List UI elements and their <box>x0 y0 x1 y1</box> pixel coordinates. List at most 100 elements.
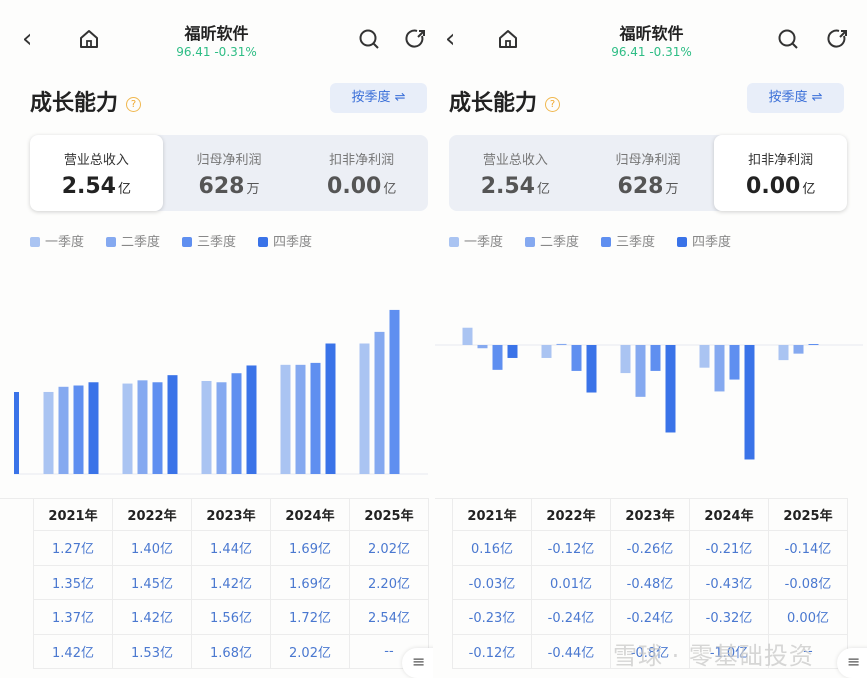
metric-label: 营业总收入 <box>482 153 548 168</box>
metric-value: 0.00 亿 <box>295 174 428 199</box>
bar-2021年-q1[interactable] <box>462 327 473 345</box>
metric-tab[interactable]: 营业总收入 2.54 亿 <box>30 135 163 211</box>
legend-label: 四季度 <box>273 235 313 250</box>
bar-2023年-q2[interactable] <box>216 382 227 474</box>
metric-value: 628 万 <box>163 174 296 199</box>
bar-2024年-q2[interactable] <box>295 364 306 474</box>
bar-2023年-q3[interactable] <box>231 373 242 474</box>
legend-label: 一季度 <box>45 235 85 250</box>
bar-2024年-q3[interactable] <box>729 345 740 380</box>
column-header: 2023年 <box>610 498 690 531</box>
bar-2025年-q1[interactable] <box>359 343 370 474</box>
bar-2022年-q3[interactable] <box>152 382 163 474</box>
bar-2021年-q2[interactable] <box>58 386 69 474</box>
bar-2021年-q1[interactable] <box>43 391 54 474</box>
bar-2023年-q3[interactable] <box>650 345 661 371</box>
table-cell: 1.53亿 <box>112 633 192 669</box>
bar-2024年-q1[interactable] <box>699 345 710 368</box>
bar-2023年-q4[interactable] <box>665 345 676 433</box>
bar-2025年-q2[interactable] <box>793 345 804 354</box>
list-menu-icon[interactable]: ≡ <box>402 648 433 678</box>
section-title-text: 成长能力 <box>449 91 538 116</box>
chart-legend: 一季度 二季度 三季度 四季度 <box>449 231 731 250</box>
table-cell: 1.42亿 <box>112 599 192 635</box>
bar-2021年-q3[interactable] <box>492 345 503 370</box>
metric-number: 0.00 <box>327 174 382 199</box>
column-header: 2024年 <box>689 498 769 531</box>
bar-2022年-q2[interactable] <box>556 343 567 345</box>
metric-tab[interactable]: 营业总收入 2.54 亿 <box>449 135 582 211</box>
column-header: 2022年 <box>531 498 611 531</box>
legend-swatch <box>601 237 612 247</box>
bar-2024年-q1[interactable] <box>280 364 291 474</box>
table-cell: -0.24亿 <box>531 599 611 635</box>
metric-label: 归母净利润 <box>615 153 681 168</box>
table-header-row: 2021年 2022年 2023年 2024年 2025年 <box>452 498 848 531</box>
table-cell: 2.20亿 <box>349 564 429 600</box>
search-icon[interactable] <box>358 28 380 50</box>
bar-2025年-q2[interactable] <box>374 331 385 474</box>
table-cell: 1.56亿 <box>191 599 271 635</box>
table-row: 0.16亿 -0.12亿 -0.26亿 -0.21亿 -0.14亿 <box>452 530 848 566</box>
period-toggle-button[interactable]: 按季度 ⇌ <box>747 83 844 113</box>
metric-tab[interactable]: 归母净利润 628 万 <box>163 135 296 211</box>
bar-2022年-q4[interactable] <box>586 345 597 393</box>
search-icon[interactable] <box>777 28 799 50</box>
metric-number: 2.54 <box>480 174 535 199</box>
bar-2023年-q2[interactable] <box>635 345 646 397</box>
bar-2024年-q2[interactable] <box>714 345 725 392</box>
bar-2021年-q4[interactable] <box>88 382 99 474</box>
list-menu-icon[interactable]: ≡ <box>837 648 867 678</box>
bar-partial <box>14 392 19 474</box>
table-cell: -0.03亿 <box>452 564 532 600</box>
bar-2023年-q1[interactable] <box>620 345 631 374</box>
metric-label: 扣非净利润 <box>329 153 395 168</box>
metric-value: 2.54 亿 <box>449 174 582 199</box>
share-icon[interactable] <box>827 28 849 50</box>
legend-item[interactable]: 二季度 <box>525 231 579 250</box>
legend-label: 二季度 <box>121 235 161 250</box>
share-icon[interactable] <box>405 28 427 50</box>
legend-item[interactable]: 三季度 <box>182 231 236 250</box>
bar-2023年-q4[interactable] <box>246 365 257 474</box>
legend-label: 四季度 <box>692 235 732 250</box>
screen-panel: ‹ 福昕软件 96.41 -0.31% 成长能力? 按季度 ⇌ 营业总收入 2.… <box>0 0 433 678</box>
metric-unit: 亿 <box>383 182 397 197</box>
legend-item[interactable]: 一季度 <box>30 231 84 250</box>
legend-swatch <box>449 237 459 247</box>
bar-2021年-q3[interactable] <box>73 385 84 474</box>
bar-2022年-q2[interactable] <box>137 380 148 474</box>
bar-2024年-q3[interactable] <box>310 362 321 474</box>
section-title-text: 成长能力 <box>30 91 119 116</box>
help-icon[interactable]: ? <box>545 96 561 112</box>
metric-tab[interactable]: 扣非净利润 0.00 亿 <box>295 135 428 211</box>
bar-2021年-q4[interactable] <box>507 345 518 358</box>
bar-2023年-q1[interactable] <box>201 380 212 474</box>
metric-value: 0.00 亿 <box>714 174 847 199</box>
table-row: 1.35亿 1.45亿 1.42亿 1.69亿 2.20亿 <box>33 564 429 600</box>
legend-item[interactable]: 四季度 <box>258 231 312 250</box>
bar-2022年-q1[interactable] <box>122 383 133 474</box>
bar-2025年-q3[interactable] <box>389 309 400 474</box>
legend-label: 二季度 <box>540 235 580 250</box>
table-cell: -0.44亿 <box>531 633 611 669</box>
period-toggle-button[interactable]: 按季度 ⇌ <box>330 83 427 113</box>
bar-2022年-q3[interactable] <box>571 345 582 371</box>
stock-name: 福昕软件 <box>619 24 684 43</box>
legend-item[interactable]: 二季度 <box>106 231 160 250</box>
table-cell: 1.35亿 <box>33 564 113 600</box>
bar-2024年-q4[interactable] <box>325 343 336 474</box>
legend-item[interactable]: 四季度 <box>677 231 731 250</box>
bar-2024年-q4[interactable] <box>744 345 755 460</box>
bar-2025年-q3[interactable] <box>808 344 819 345</box>
nav-bar: ‹ 福昕软件 96.41 -0.31% <box>0 18 433 68</box>
bar-2021年-q2[interactable] <box>477 345 488 349</box>
legend-item[interactable]: 一季度 <box>449 231 503 250</box>
metric-tab[interactable]: 扣非净利润 0.00 亿 <box>714 135 848 211</box>
bar-2025年-q1[interactable] <box>778 345 789 361</box>
legend-item[interactable]: 三季度 <box>601 231 655 250</box>
bar-2022年-q4[interactable] <box>167 375 178 474</box>
metric-tab[interactable]: 归母净利润 628 万 <box>582 135 715 211</box>
help-icon[interactable]: ? <box>126 96 142 112</box>
bar-2022年-q1[interactable] <box>541 345 552 358</box>
